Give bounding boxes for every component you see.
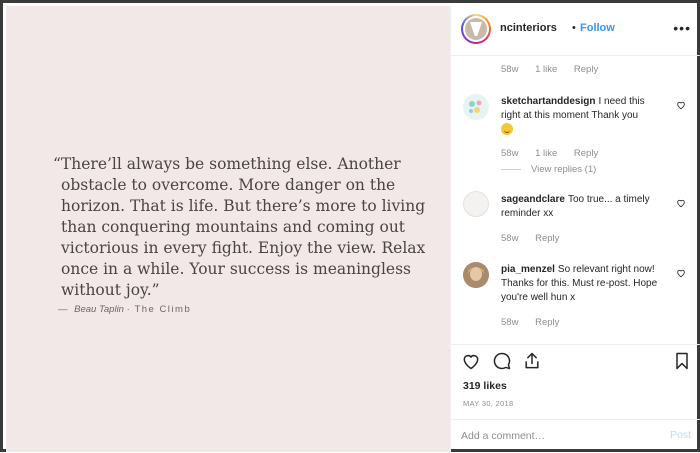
instagram-post-window: “There’ll always be something else. Anot… (0, 0, 700, 452)
replies-divider (501, 168, 521, 170)
post-date: MAY 30, 2018 (463, 399, 514, 408)
comment-time: 58w (501, 317, 519, 328)
comment-meta: 58w 1 like Reply (501, 64, 612, 75)
quote-book-title: The Climb (134, 304, 192, 315)
comment-likes[interactable]: 1 like (535, 64, 557, 75)
attribution-separator: · (126, 304, 130, 315)
post-comment-button[interactable]: Post (670, 429, 691, 441)
quote-line: “There’ll always be something else. Anot… (53, 155, 401, 173)
comment-time: 58w (501, 233, 519, 244)
heart-icon[interactable] (676, 100, 686, 110)
comments-list[interactable]: 58w 1 like Reply sketchartanddesign I ne… (451, 56, 700, 344)
bookmark-icon[interactable] (672, 351, 692, 371)
comment-username[interactable]: sketchartanddesign (501, 96, 595, 107)
quote-line: without joy.” (61, 281, 160, 299)
comment-likes[interactable]: 1 like (535, 148, 557, 159)
profile-avatar[interactable] (461, 14, 491, 44)
quote-line: obstacle to overcome. More danger on the (61, 176, 396, 194)
add-comment-bar: Post (451, 419, 700, 453)
comment-username[interactable]: sageandclare (501, 194, 565, 205)
quote-line: horizon. That is life. But there’s more … (61, 197, 426, 215)
heart-icon[interactable] (461, 351, 481, 371)
quote-attribution: — Beau Taplin · The Climb (58, 304, 191, 315)
commenter-avatar-art (463, 94, 489, 120)
heart-icon[interactable] (676, 268, 686, 278)
comment-meta: 58w Reply (501, 317, 573, 328)
comment-time: 58w (501, 148, 519, 159)
comment-meta: 58w 1 like Reply (501, 148, 612, 159)
reply-button[interactable]: Reply (574, 148, 598, 159)
share-icon[interactable] (522, 351, 542, 371)
quote-line: once in a while. Your success is meaning… (61, 260, 411, 278)
likes-count[interactable]: 319 likes (463, 380, 507, 392)
view-replies-button[interactable]: View replies (1) (501, 164, 596, 175)
reply-button[interactable]: Reply (574, 64, 598, 75)
comment-body: sageandclare Too true... a timely reminde… (501, 193, 666, 221)
attribution-dash: — (58, 304, 68, 315)
post-actions: 319 likes MAY 30, 2018 Post (451, 344, 700, 452)
follow-button[interactable]: Follow (580, 22, 615, 34)
post-header: ncinteriors • Follow ••• (451, 6, 700, 56)
post-username[interactable]: ncinteriors (500, 22, 557, 34)
commenter-avatar[interactable] (463, 191, 489, 217)
reply-button[interactable]: Reply (535, 317, 559, 328)
comment-icon[interactable] (492, 351, 512, 371)
header-dot: • (572, 22, 576, 34)
grinning-face-icon (501, 123, 513, 135)
quote-line: victorious in every fight. Enjoy the vie… (61, 239, 426, 257)
comment-body: pia_menzel So relevant right now! Thanks … (501, 263, 666, 305)
heart-icon[interactable] (676, 198, 686, 208)
commenter-avatar[interactable] (463, 262, 489, 288)
comment-time: 58w (501, 64, 519, 75)
profile-picture (465, 18, 487, 40)
comment-username[interactable]: pia_menzel (501, 264, 555, 275)
add-comment-input[interactable] (461, 428, 651, 444)
quote-text: “There’ll always be something else. Anot… (53, 154, 433, 301)
comment-body: sketchartanddesign I need this right at t… (501, 95, 666, 138)
view-replies-label: View replies (1) (531, 164, 597, 175)
ellipsis-icon[interactable]: ••• (673, 20, 691, 36)
post-side-panel: ncinteriors • Follow ••• 58w 1 like Repl… (450, 6, 700, 452)
quote-author: Beau Taplin (74, 304, 124, 315)
comment-meta: 58w Reply (501, 233, 573, 244)
post-image: “There’ll always be something else. Anot… (6, 6, 450, 452)
commenter-avatar-photo (463, 262, 489, 288)
commenter-avatar[interactable] (463, 94, 489, 120)
reply-button[interactable]: Reply (535, 233, 559, 244)
quote-line: than conquering mountains and coming out (61, 218, 406, 236)
profile-logo-mark (470, 22, 482, 36)
